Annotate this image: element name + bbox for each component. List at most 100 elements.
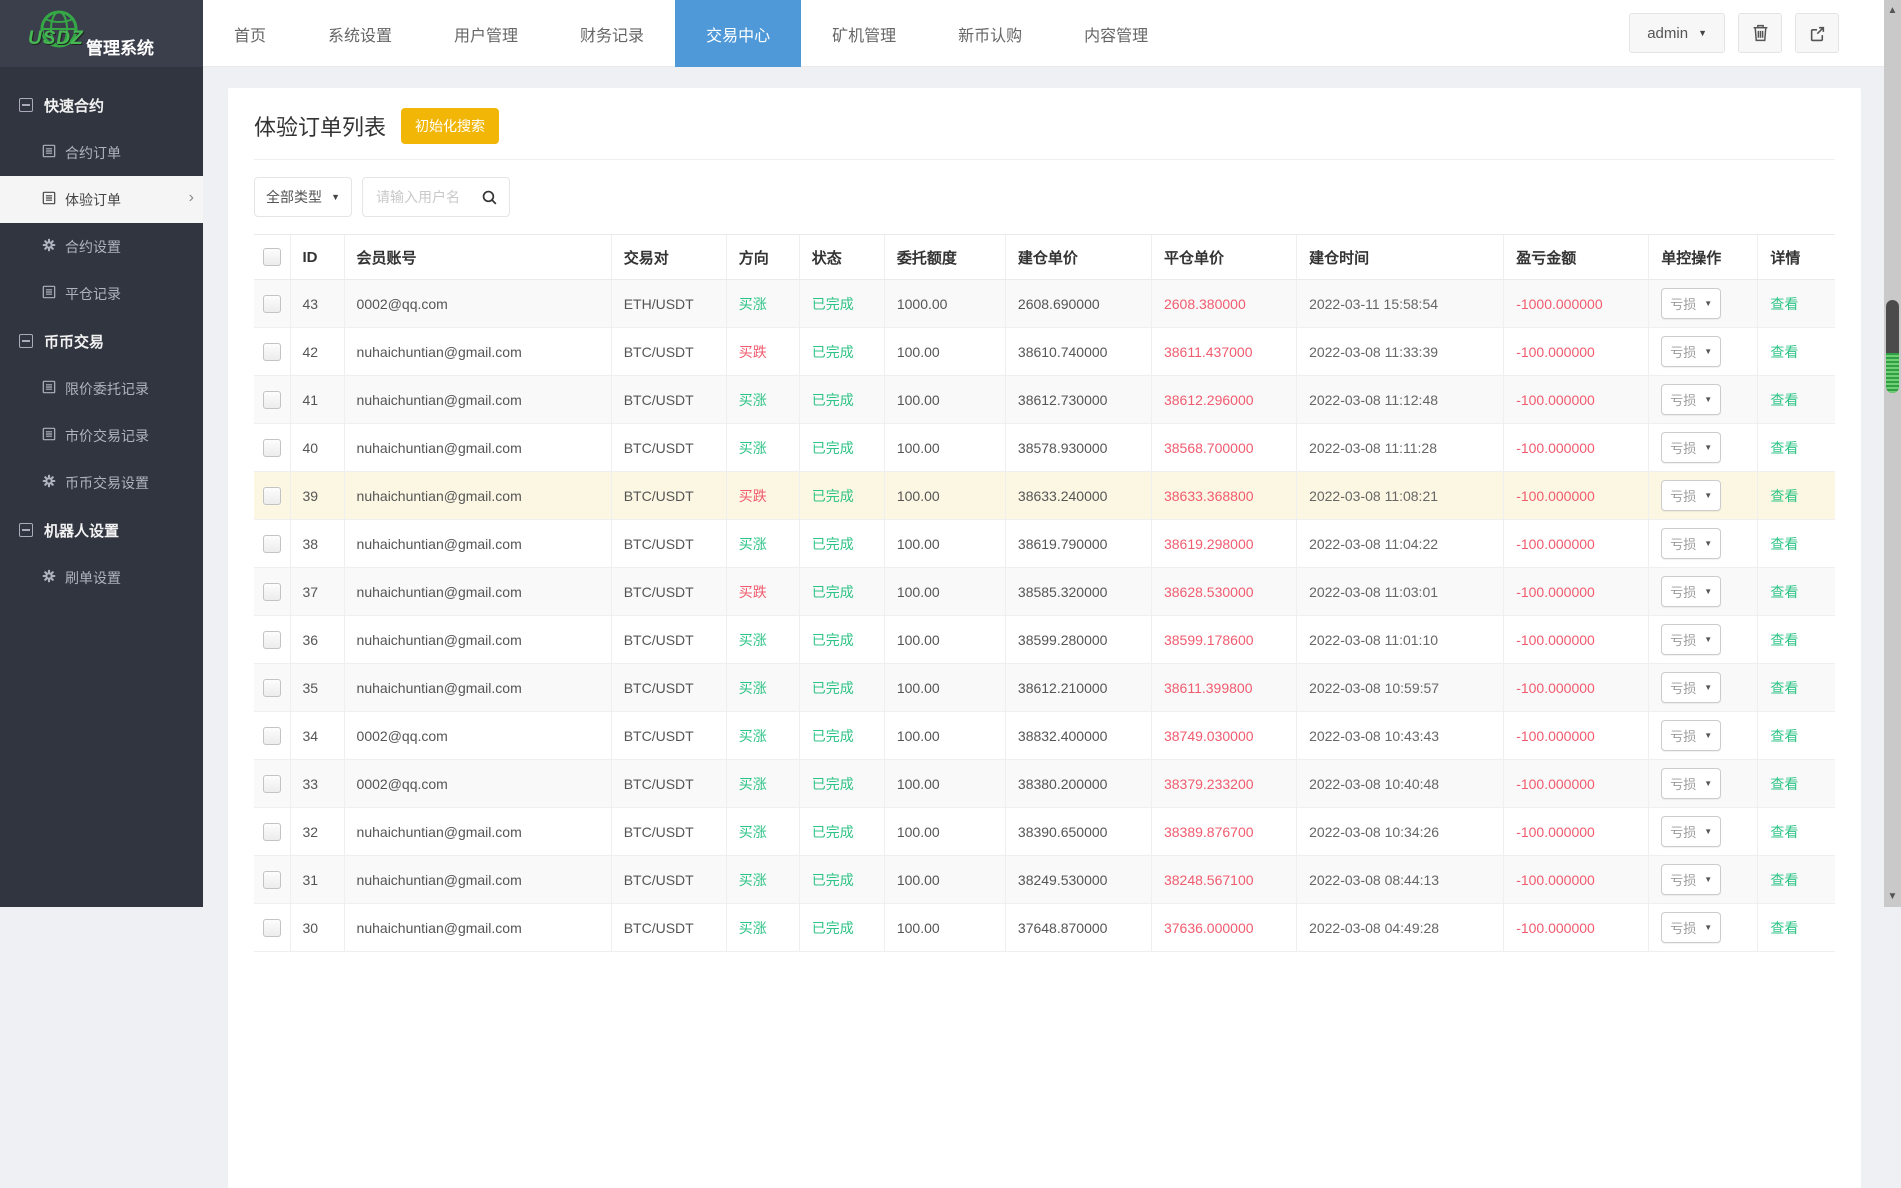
cell-pair: BTC/USDT — [611, 472, 726, 520]
sidebar-section-3[interactable]: 机器人设置 — [0, 506, 203, 554]
type-select[interactable]: 全部类型 ▼ — [254, 177, 352, 217]
row-checkbox[interactable] — [263, 343, 281, 361]
cell-control: 亏损▼ — [1649, 904, 1758, 952]
row-checkbox[interactable] — [263, 583, 281, 601]
control-select[interactable]: 亏损▼ — [1661, 720, 1721, 751]
topnav-items: 首页系统设置用户管理财务记录交易中心矿机管理新币认购内容管理 — [203, 0, 1179, 67]
control-select[interactable]: 亏损▼ — [1661, 672, 1721, 703]
control-select[interactable]: 亏损▼ — [1661, 480, 1721, 511]
detail-link[interactable]: 查看 — [1770, 296, 1798, 312]
row-checkbox[interactable] — [263, 823, 281, 841]
sidebar-item[interactable]: 限价委托记录› — [0, 365, 203, 412]
detail-link[interactable]: 查看 — [1770, 872, 1798, 888]
caret-down-icon: ▼ — [1704, 827, 1712, 836]
nav-item-6[interactable]: 矿机管理 — [801, 0, 927, 67]
row-checkbox[interactable] — [263, 391, 281, 409]
cell-pnl: -100.000000 — [1504, 328, 1649, 376]
trash-button[interactable] — [1738, 13, 1782, 53]
control-select[interactable]: 亏损▼ — [1661, 624, 1721, 655]
table-row: 31nuhaichuntian@gmail.comBTC/USDT买涨已完成10… — [254, 856, 1835, 904]
control-select[interactable]: 亏损▼ — [1661, 864, 1721, 895]
control-select[interactable]: 亏损▼ — [1661, 288, 1721, 319]
column-header-7: 建仓单价 — [1005, 235, 1151, 280]
init-search-button[interactable]: 初始化搜索 — [401, 108, 499, 144]
control-select[interactable]: 亏损▼ — [1661, 912, 1721, 943]
cell-id: 31 — [290, 856, 344, 904]
sidebar-item[interactable]: 币币交易设置› — [0, 459, 203, 506]
select-all-checkbox[interactable] — [263, 248, 281, 266]
nav-item-4[interactable]: 财务记录 — [549, 0, 675, 67]
control-select[interactable]: 亏损▼ — [1661, 384, 1721, 415]
control-select-value: 亏损 — [1670, 726, 1696, 745]
vertical-scrollbar[interactable]: ▲ ▼ — [1884, 0, 1901, 907]
cell-id: 40 — [290, 424, 344, 472]
detail-link[interactable]: 查看 — [1770, 488, 1798, 504]
detail-link[interactable]: 查看 — [1770, 920, 1798, 936]
row-checkbox[interactable] — [263, 487, 281, 505]
cell-open-time: 2022-03-08 11:12:48 — [1297, 376, 1504, 424]
cell-pair: BTC/USDT — [611, 904, 726, 952]
row-checkbox[interactable] — [263, 871, 281, 889]
logout-button[interactable] — [1795, 13, 1839, 53]
sidebar-item[interactable]: 体验订单› — [0, 176, 203, 223]
cell-amount: 100.00 — [884, 568, 1005, 616]
detail-link[interactable]: 查看 — [1770, 440, 1798, 456]
nav-item-1[interactable]: 首页 — [203, 0, 297, 67]
control-select[interactable]: 亏损▼ — [1661, 336, 1721, 367]
cell-direction: 买跌 — [726, 472, 799, 520]
sidebar-item[interactable]: 平仓记录› — [0, 270, 203, 317]
scroll-down-arrow-icon[interactable]: ▼ — [1884, 891, 1901, 902]
row-checkbox[interactable] — [263, 631, 281, 649]
nav-item-3[interactable]: 用户管理 — [423, 0, 549, 67]
cell-id: 33 — [290, 760, 344, 808]
row-checkbox[interactable] — [263, 535, 281, 553]
control-select-value: 亏损 — [1670, 486, 1696, 505]
detail-link[interactable]: 查看 — [1770, 680, 1798, 696]
detail-link[interactable]: 查看 — [1770, 392, 1798, 408]
scrollbar-thumb[interactable] — [1886, 300, 1899, 393]
detail-link[interactable]: 查看 — [1770, 824, 1798, 840]
cell-amount: 100.00 — [884, 808, 1005, 856]
list-icon — [42, 144, 56, 161]
sidebar-item[interactable]: 合约订单› — [0, 129, 203, 176]
nav-item-7[interactable]: 新币认购 — [927, 0, 1053, 67]
row-checkbox[interactable] — [263, 295, 281, 313]
scroll-up-arrow-icon[interactable]: ▲ — [1884, 5, 1901, 16]
detail-link[interactable]: 查看 — [1770, 776, 1798, 792]
control-select[interactable]: 亏损▼ — [1661, 432, 1721, 463]
cell-detail: 查看 — [1758, 616, 1835, 664]
detail-link[interactable]: 查看 — [1770, 584, 1798, 600]
cell-open-price: 38612.210000 — [1005, 664, 1151, 712]
detail-link[interactable]: 查看 — [1770, 344, 1798, 360]
table-row: 37nuhaichuntian@gmail.comBTC/USDT买跌已完成10… — [254, 568, 1835, 616]
cell-status: 已完成 — [799, 712, 884, 760]
detail-link[interactable]: 查看 — [1770, 536, 1798, 552]
nav-item-8[interactable]: 内容管理 — [1053, 0, 1179, 67]
sidebar-section-2[interactable]: 币币交易 — [0, 317, 203, 365]
control-select[interactable]: 亏损▼ — [1661, 576, 1721, 607]
row-checkbox-cell — [254, 712, 290, 760]
admin-dropdown[interactable]: admin ▼ — [1629, 13, 1725, 53]
row-checkbox[interactable] — [263, 919, 281, 937]
cell-control: 亏损▼ — [1649, 856, 1758, 904]
row-checkbox[interactable] — [263, 679, 281, 697]
sidebar-section-1[interactable]: 快速合约 — [0, 81, 203, 129]
row-checkbox[interactable] — [263, 727, 281, 745]
cell-open-time: 2022-03-08 11:01:10 — [1297, 616, 1504, 664]
sidebar-item[interactable]: 市价交易记录› — [0, 412, 203, 459]
search-icon[interactable] — [481, 189, 498, 206]
control-select[interactable]: 亏损▼ — [1661, 768, 1721, 799]
nav-item-2[interactable]: 系统设置 — [297, 0, 423, 67]
sidebar-item[interactable]: 合约设置› — [0, 223, 203, 270]
row-checkbox[interactable] — [263, 439, 281, 457]
nav-item-5[interactable]: 交易中心 — [675, 0, 801, 67]
control-select-value: 亏损 — [1670, 774, 1696, 793]
detail-link[interactable]: 查看 — [1770, 632, 1798, 648]
username-input[interactable] — [374, 188, 475, 206]
control-select[interactable]: 亏损▼ — [1661, 816, 1721, 847]
control-select[interactable]: 亏损▼ — [1661, 528, 1721, 559]
table-row: 430002@qq.comETH/USDT买涨已完成1000.002608.69… — [254, 280, 1835, 328]
detail-link[interactable]: 查看 — [1770, 728, 1798, 744]
sidebar-item[interactable]: 刷单设置› — [0, 554, 203, 601]
row-checkbox[interactable] — [263, 775, 281, 793]
